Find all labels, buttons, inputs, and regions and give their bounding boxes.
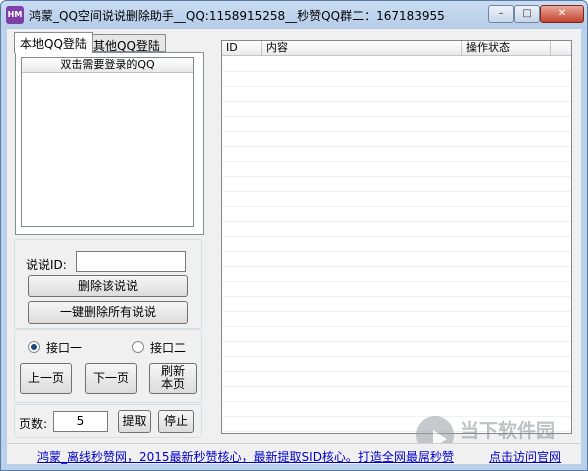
prev-page-button[interactable]: 上一页 [20,363,72,394]
shuoshuo-id-label: 说说ID: [26,258,67,272]
column-header-content[interactable]: 内容 [262,41,462,56]
app-logo-icon: HM [6,6,24,24]
status-bar: 鸿蒙_离线秒赞网，2015最新秒赞核心，最新提取SID核心。打造全网最屌秒赞 点… [7,443,581,464]
page-count-input[interactable]: 5 [53,411,108,432]
interface-1-radio[interactable] [28,341,40,353]
promo-link[interactable]: 鸿蒙_离线秒赞网，2015最新秒赞核心，最新提取SID核心。打造全网最屌秒赞 [37,448,454,465]
column-header-status[interactable]: 操作状态 [462,41,551,56]
qq-list-header[interactable]: 双击需要登录的QQ [22,58,193,73]
result-listview[interactable]: ID 内容 操作状态 [221,40,572,434]
shuoshuo-group: 说说ID: 删除该说说 一键删除所有说说 [14,239,202,329]
window-title: 鸿蒙_QQ空间说说删除助手__QQ:1158915258__秒赞QQ群二：167… [29,9,445,23]
official-site-link[interactable]: 点击访问官网 [489,448,561,465]
radio-selected-dot [31,344,37,350]
tab-local-qq-login[interactable]: 本地QQ登陆 [14,32,93,53]
maximize-button[interactable]: □ [514,5,540,23]
interface-1-label[interactable]: 接口一 [46,339,82,356]
qq-account-list[interactable]: 双击需要登录的QQ [21,57,194,227]
interface-group: 接口一 接口二 上一页 下一页 刷新 本页 [14,329,202,403]
listview-body[interactable] [222,57,571,433]
delete-all-shuoshuo-button[interactable]: 一键删除所有说说 [28,301,188,324]
refresh-label-line2: 本页 [160,377,185,391]
page-count-label: 页数: [19,417,48,431]
column-header-id[interactable]: ID [222,41,262,56]
close-button[interactable]: ✕ [540,5,584,23]
delete-shuoshuo-button[interactable]: 删除该说说 [28,275,188,297]
pager-group: 页数: 5 提取 停止 [14,404,202,438]
tab-panel: 双击需要登录的QQ [15,52,204,235]
listview-header: ID 内容 操作状态 [222,41,571,56]
interface-2-label[interactable]: 接口二 [150,339,186,356]
app-window: HM 鸿蒙_QQ空间说说删除助手__QQ:1158915258__秒赞QQ群二：… [0,0,588,471]
shuoshuo-id-input[interactable] [76,251,186,272]
refresh-page-button[interactable]: 刷新 本页 [149,363,197,394]
tab-other-qq-login[interactable]: 其他QQ登陆 [87,34,166,53]
interface-2-radio[interactable] [132,341,144,353]
stop-button[interactable]: 停止 [158,410,194,433]
title-bar[interactable]: HM 鸿蒙_QQ空间说说删除助手__QQ:1158915258__秒赞QQ群二：… [1,1,587,29]
minimize-button[interactable]: – [488,5,514,23]
next-page-button[interactable]: 下一页 [85,363,137,394]
extract-button[interactable]: 提取 [118,410,151,433]
client-area: 本地QQ登陆 其他QQ登陆 双击需要登录的QQ 说说ID: 删除该说说 一键删除… [7,29,581,464]
